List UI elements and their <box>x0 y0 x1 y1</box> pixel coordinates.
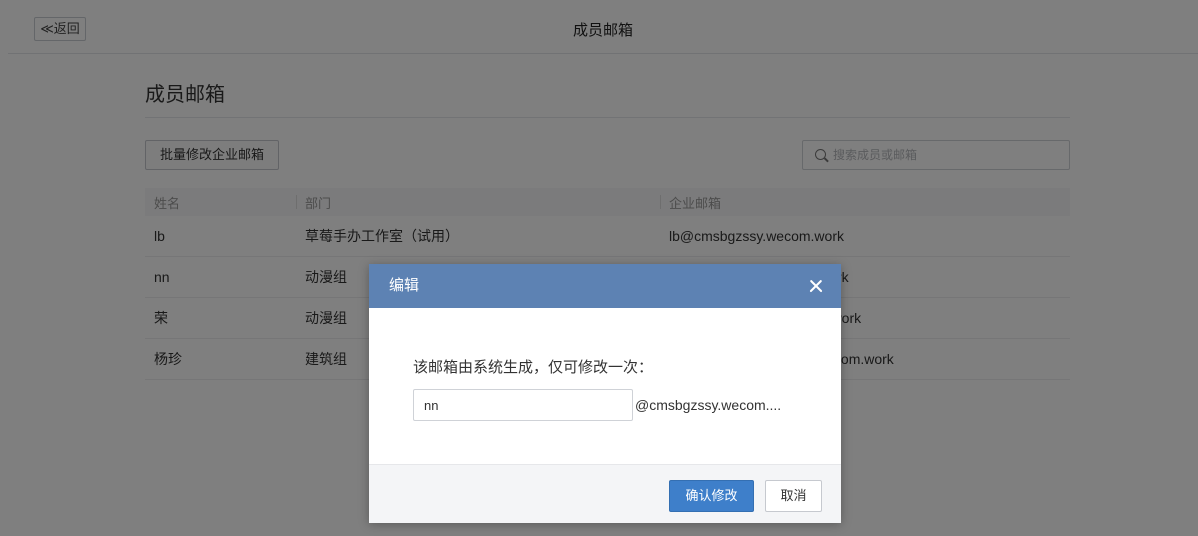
cancel-button[interactable]: 取消 <box>765 480 822 512</box>
dialog-header: 编辑 <box>369 264 841 308</box>
dialog-title: 编辑 <box>389 277 420 294</box>
dialog-message: 该邮箱由系统生成，仅可修改一次： <box>413 359 654 376</box>
dialog-footer: 确认修改 取消 <box>369 464 841 523</box>
edit-mailbox-dialog: 编辑 该邮箱由系统生成，仅可修改一次： @cmsbgzssy.wecom....… <box>369 264 841 523</box>
confirm-edit-button[interactable]: 确认修改 <box>669 480 754 512</box>
mailbox-prefix-input[interactable] <box>413 389 633 421</box>
mailbox-domain-suffix: @cmsbgzssy.wecom.... <box>635 397 782 413</box>
close-icon[interactable] <box>805 275 827 297</box>
